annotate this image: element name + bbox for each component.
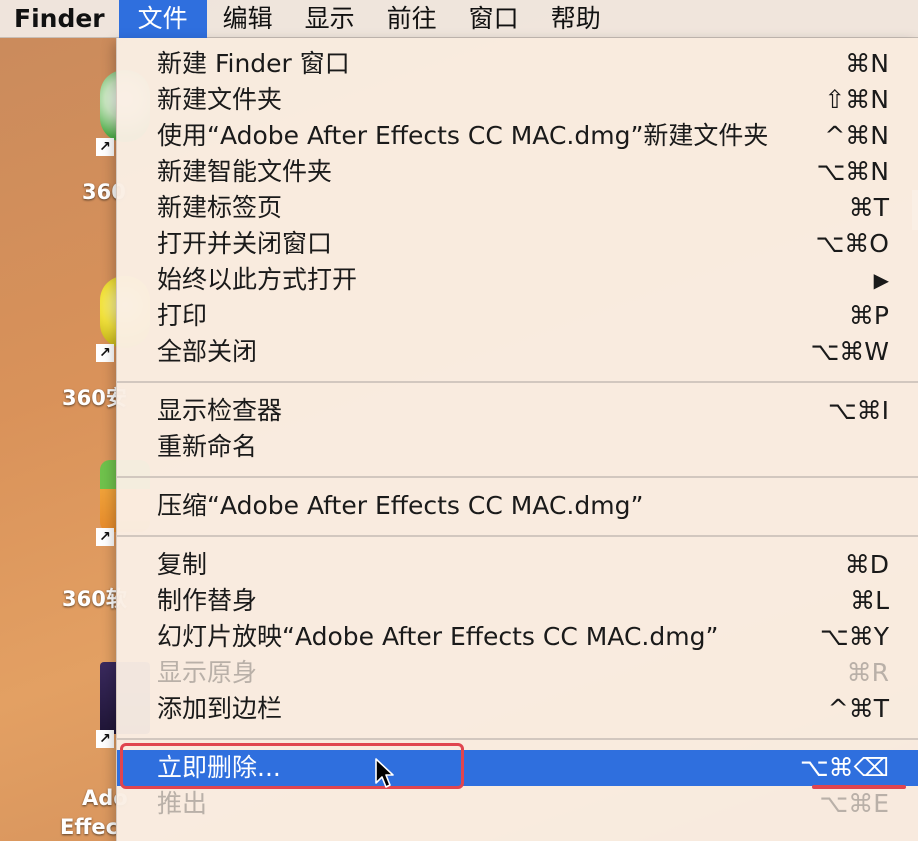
menu-item-shortcut: ⌥⌘I xyxy=(827,396,889,425)
menu-item-new-finder-window[interactable]: 新建 Finder 窗口 ⌘N xyxy=(117,46,918,82)
menu-item-rename[interactable]: 重新命名 xyxy=(117,429,918,465)
menu-item-shortcut: ⌘D xyxy=(844,550,889,579)
menu-item-label: 显示原身 xyxy=(157,658,258,687)
menu-item-shortcut: ⌥⌘W xyxy=(810,337,889,366)
menu-item-make-alias[interactable]: 制作替身 ⌘L xyxy=(117,583,918,619)
alias-arrow-icon: ↗ xyxy=(96,730,114,748)
menu-item-shortcut: ⌘R xyxy=(846,658,889,687)
menu-item-shortcut: ^⌘T xyxy=(827,694,889,723)
menu-bar: Finder 文件 编辑 显示 前往 窗口 帮助 xyxy=(0,0,918,38)
annotation-underline xyxy=(812,785,906,789)
menu-view[interactable]: 显示 xyxy=(289,0,371,38)
menu-file[interactable]: 文件 xyxy=(118,0,207,38)
menu-item-close-all[interactable]: 全部关闭 ⌥⌘W xyxy=(117,334,918,370)
menu-item-label: 复制 xyxy=(157,550,208,579)
menu-item-new-smart-folder[interactable]: 新建智能文件夹 ⌥⌘N xyxy=(117,154,918,190)
menu-item-shortcut: ⇧⌘N xyxy=(824,85,889,114)
menu-item-label: 新建 Finder 窗口 xyxy=(157,49,350,78)
submenu-arrow-icon: ▶ xyxy=(873,268,889,292)
menu-item-shortcut: ⌘T xyxy=(848,193,889,222)
file-menu-dropdown: 新建 Finder 窗口 ⌘N 新建文件夹 ⇧⌘N 使用“Adobe After… xyxy=(116,38,918,841)
menu-item-shortcut: ⌥⌘Y xyxy=(819,622,889,651)
menu-item-label: 打开并关闭窗口 xyxy=(157,229,333,258)
menu-item-print[interactable]: 打印 ⌘P xyxy=(117,298,918,334)
alias-arrow-icon: ↗ xyxy=(96,138,114,156)
menu-item-label: 显示检查器 xyxy=(157,396,283,425)
menu-item-label: 幻灯片放映“Adobe After Effects CC MAC.dmg” xyxy=(157,622,719,651)
menu-item-label: 重新命名 xyxy=(157,432,258,461)
menu-item-label: 使用“Adobe After Effects CC MAC.dmg”新建文件夹 xyxy=(157,121,769,150)
menu-item-label: 始终以此方式打开 xyxy=(157,265,358,294)
menu-window[interactable]: 窗口 xyxy=(453,0,535,38)
menu-separator xyxy=(117,476,918,478)
menu-separator xyxy=(117,738,918,740)
menu-item-shortcut: ^⌘N xyxy=(824,121,889,150)
alias-arrow-icon: ↗ xyxy=(96,528,114,546)
menu-item-label: 全部关闭 xyxy=(157,337,258,366)
desktop-label: Effec xyxy=(60,815,119,839)
menu-item-open-and-close-window[interactable]: 打开并关闭窗口 ⌥⌘O xyxy=(117,226,918,262)
menu-item-label: 推出 xyxy=(157,789,208,818)
menu-edit[interactable]: 编辑 xyxy=(207,0,289,38)
menu-item-label: 添加到边栏 xyxy=(157,694,283,723)
menu-item-label: 新建文件夹 xyxy=(157,85,283,114)
menu-item-show-inspector[interactable]: 显示检查器 ⌥⌘I xyxy=(117,393,918,429)
menu-item-label: 新建智能文件夹 xyxy=(157,157,333,186)
menu-item-shortcut: ⌥⌘N xyxy=(816,157,889,186)
menu-separator xyxy=(117,381,918,383)
menu-item-eject: 推出 ⌥⌘E xyxy=(117,786,918,822)
menu-item-duplicate[interactable]: 复制 ⌘D xyxy=(117,547,918,583)
menu-separator xyxy=(117,535,918,537)
menu-item-label: 制作替身 xyxy=(157,586,258,615)
menu-item-label: 压缩“Adobe After Effects CC MAC.dmg” xyxy=(157,491,644,520)
menu-item-compress[interactable]: 压缩“Adobe After Effects CC MAC.dmg” xyxy=(117,488,918,524)
annotation-highlight-box xyxy=(120,743,464,789)
menu-item-shortcut: ⌘N xyxy=(845,49,889,78)
menu-item-shortcut: ⌘L xyxy=(850,586,889,615)
menu-go[interactable]: 前往 xyxy=(371,0,453,38)
menu-item-shortcut: ⌥⌘E xyxy=(819,789,889,818)
mouse-cursor-icon xyxy=(375,758,394,788)
menu-item-add-to-sidebar[interactable]: 添加到边栏 ^⌘T xyxy=(117,691,918,727)
menu-item-always-open-with[interactable]: 始终以此方式打开 ▶ xyxy=(117,262,918,298)
menu-item-slideshow[interactable]: 幻灯片放映“Adobe After Effects CC MAC.dmg” ⌥⌘… xyxy=(117,619,918,655)
alias-arrow-icon: ↗ xyxy=(96,344,114,362)
menu-item-shortcut: ⌥⌘O xyxy=(815,229,890,258)
menu-item-shortcut: ⌘P xyxy=(848,301,889,330)
menu-item-new-tab[interactable]: 新建标签页 ⌘T xyxy=(117,190,918,226)
menu-item-new-folder[interactable]: 新建文件夹 ⇧⌘N xyxy=(117,82,918,118)
menu-item-shortcut: ⌥⌘⌫ xyxy=(799,753,889,782)
menu-item-label: 新建标签页 xyxy=(157,193,283,222)
menu-help[interactable]: 帮助 xyxy=(535,0,617,38)
app-menu-finder[interactable]: Finder xyxy=(0,0,119,38)
menu-item-new-folder-with-selection[interactable]: 使用“Adobe After Effects CC MAC.dmg”新建文件夹 … xyxy=(117,118,918,154)
menu-item-show-original: 显示原身 ⌘R xyxy=(117,655,918,691)
menu-item-label: 打印 xyxy=(157,301,208,330)
